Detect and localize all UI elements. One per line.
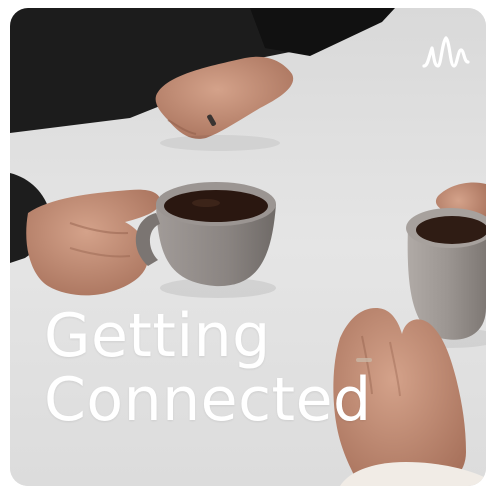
podcast-title: Getting Connected xyxy=(44,304,372,432)
podcast-cover: Getting Connected xyxy=(10,8,486,486)
title-line-2: Connected xyxy=(44,365,372,435)
podcast-waveform-icon xyxy=(422,36,470,68)
title-line-1: Getting xyxy=(44,301,271,371)
